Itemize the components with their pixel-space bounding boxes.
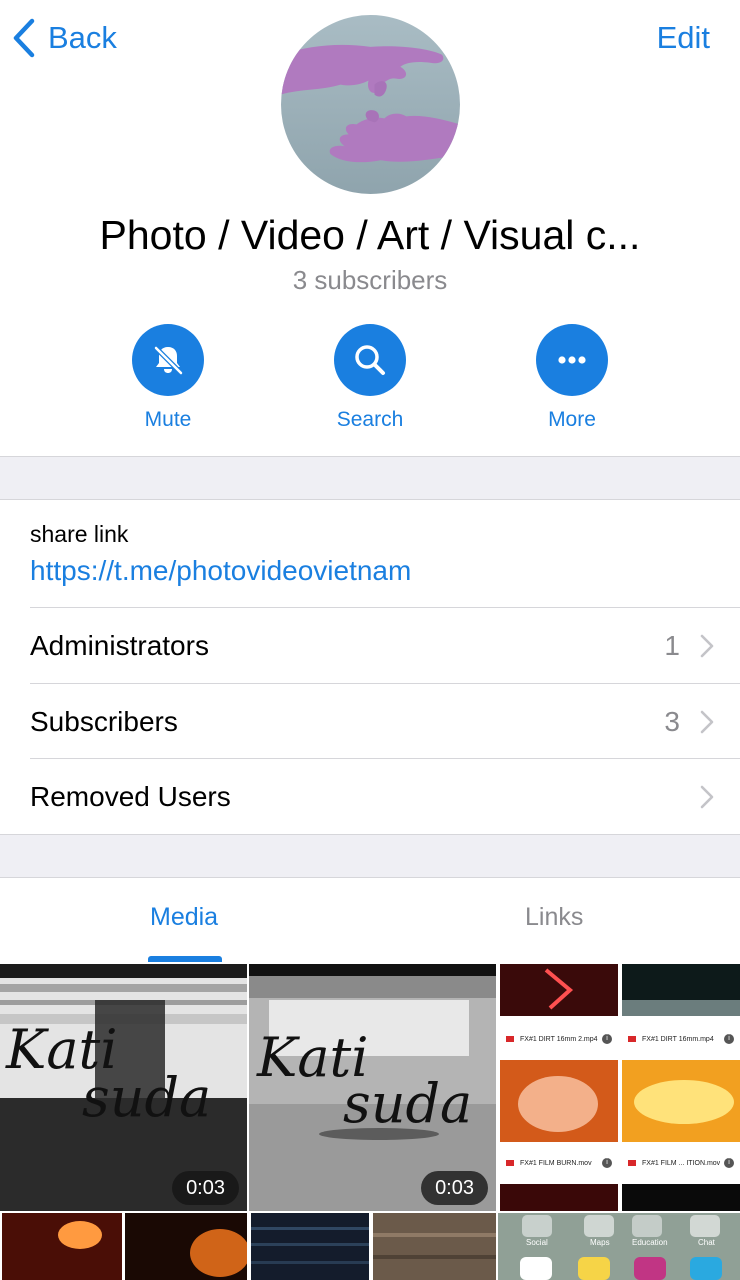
back-label: Back: [48, 20, 117, 55]
file-item: FX#1 FILM ... ITION.mov i: [622, 1142, 740, 1184]
media-tile-video[interactable]: Kati suda 0:03: [0, 964, 247, 1211]
file-name: FX#1 FILM BURN.mov: [520, 1159, 592, 1167]
video-file-icon: [628, 1160, 636, 1166]
search-icon: [355, 345, 385, 375]
section-separator: [0, 456, 740, 500]
edit-button[interactable]: Edit: [657, 18, 710, 58]
share-link-url[interactable]: https://t.me/photovideovietnam: [30, 555, 411, 587]
active-tab-indicator: [148, 956, 222, 962]
info-icon: i: [602, 1158, 612, 1168]
file-name: FX#1 DIRT 16mm.mp4: [642, 1035, 714, 1043]
channel-info-screen: Back Edit Photo / Video / Art / Visual c…: [0, 0, 740, 1280]
info-icon: i: [724, 1158, 734, 1168]
file-item: FX#1 FILM BURN.mov i: [500, 1142, 618, 1184]
removed-users-label: Removed Users: [30, 781, 231, 812]
homescreen-folder-label: Social: [526, 1238, 548, 1247]
chevron-right-icon: [700, 710, 714, 734]
video-file-icon: [506, 1160, 514, 1166]
chevron-left-icon: [13, 18, 35, 58]
chevron-right-icon: [700, 785, 714, 809]
more-button[interactable]: More: [497, 324, 647, 432]
more-label: More: [548, 408, 596, 431]
search-circle: [334, 324, 406, 396]
administrators-row[interactable]: Administrators 1: [0, 608, 740, 683]
subscribers-row[interactable]: Subscribers 3: [0, 684, 740, 759]
homescreen-folder-label: Maps: [590, 1238, 610, 1247]
media-tile-image[interactable]: [0, 1213, 247, 1280]
removed-users-row[interactable]: Removed Users: [0, 759, 740, 834]
mute-circle: [132, 324, 204, 396]
subscriber-count: 3 subscribers: [292, 265, 448, 295]
homescreen-folder-label: Education: [632, 1238, 668, 1247]
video-overlay-text-bottom: suda: [82, 1066, 211, 1129]
video-overlay-text-bottom: suda: [343, 1072, 472, 1135]
subscribers-count: 3: [664, 706, 680, 737]
mute-label: Mute: [144, 408, 192, 431]
homescreen-folder-label: Chat: [698, 1238, 715, 1247]
media-tile-video[interactable]: Kati suda 0:03: [249, 964, 496, 1211]
subscribers-label: Subscribers: [30, 706, 178, 737]
avatar-image: [281, 15, 460, 194]
video-duration-badge: 0:03: [172, 1171, 239, 1205]
section-separator: [0, 834, 740, 878]
more-circle: [536, 324, 608, 396]
administrators-count: 1: [664, 630, 680, 661]
media-tile-screenshot[interactable]: FX#1 DIRT 16mm 2.mp4 i FX#1 DIRT 16mm.mp…: [498, 964, 740, 1211]
video-file-icon: [628, 1036, 636, 1042]
tab-links[interactable]: Links: [525, 903, 583, 932]
back-button[interactable]: Back: [12, 18, 117, 58]
image-thumbnail: [0, 1213, 247, 1280]
ellipsis-icon: [558, 356, 586, 364]
share-link-caption: share link: [30, 521, 129, 547]
file-item: FX#1 DIRT 16mm 2.mp4 i: [500, 1018, 618, 1060]
channel-avatar[interactable]: [281, 15, 460, 194]
chevron-right-icon: [700, 634, 714, 658]
mute-button[interactable]: Mute: [93, 324, 243, 432]
file-name: FX#1 FILM ... ITION.mov: [642, 1159, 721, 1167]
bell-muted-icon: [154, 346, 183, 375]
search-label: Search: [336, 408, 404, 431]
info-icon: i: [724, 1034, 734, 1044]
media-tile-image[interactable]: [249, 1213, 496, 1280]
media-tile-screenshot[interactable]: Social Maps Education Chat: [498, 1213, 740, 1280]
info-icon: i: [602, 1034, 612, 1044]
image-thumbnail: [249, 1213, 496, 1280]
channel-title: Photo / Video / Art / Visual c...: [99, 212, 641, 258]
file-name: FX#1 DIRT 16mm 2.mp4: [520, 1035, 598, 1043]
administrators-label: Administrators: [30, 630, 209, 661]
video-file-icon: [506, 1036, 514, 1042]
tab-media[interactable]: Media: [150, 903, 218, 932]
file-item: FX#1 DIRT 16mm.mp4 i: [622, 1018, 740, 1060]
search-button[interactable]: Search: [295, 324, 445, 432]
video-duration-badge: 0:03: [421, 1171, 488, 1205]
